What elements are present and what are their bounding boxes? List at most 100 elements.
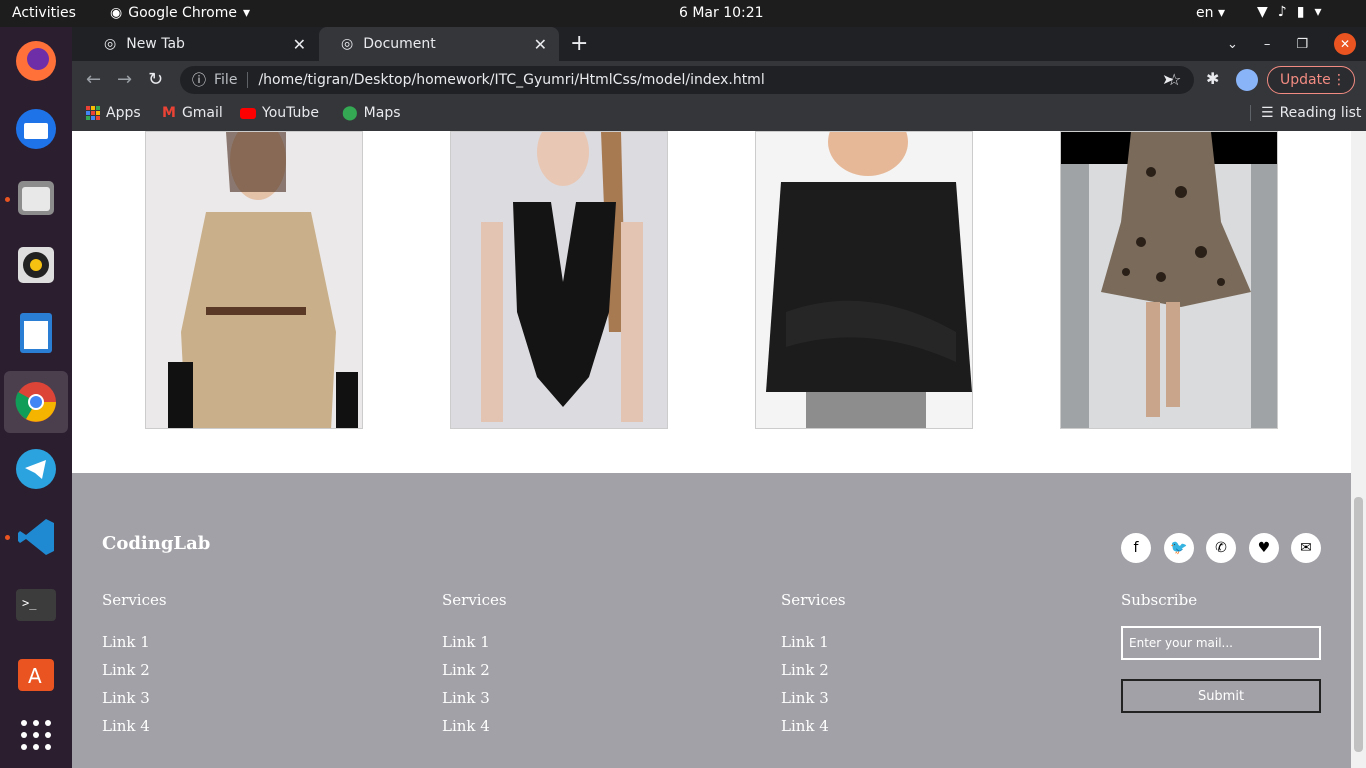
svg-text:>_: >_ [22,596,37,610]
new-tab-button[interactable]: + [570,31,588,56]
app-name: Google Chrome [128,5,237,21]
activities-button[interactable]: Activities [12,5,76,21]
reload-button[interactable]: ↻ [148,69,163,90]
footer-link[interactable]: Link 3 [781,689,846,717]
footer-link[interactable]: Link 1 [102,633,167,661]
chrome-icon[interactable] [4,371,68,433]
app-menu[interactable]: ◉ Google Chrome ▾ [110,5,250,21]
kebab-menu-icon: ⋮ [1332,72,1346,88]
globe-icon: ◎ [104,36,117,52]
heart-icon[interactable]: ♥ [1249,533,1279,563]
bookmark-youtube[interactable]: YouTube [240,105,319,121]
tab-document[interactable]: ◎ Document ✕ [319,27,559,61]
column-heading: Services [102,591,167,609]
footer-link[interactable]: Link 4 [781,717,846,745]
files-icon[interactable] [12,173,60,221]
footer-link[interactable]: Link 4 [102,717,167,745]
footer-link[interactable]: Link 2 [442,661,507,689]
wifi-icon: ▼ [1257,4,1268,20]
extensions-icon[interactable]: ✱ [1206,69,1219,88]
vscode-icon[interactable] [12,513,60,561]
info-icon[interactable]: ⓘ [192,70,206,90]
close-window-button[interactable]: ✕ [1334,33,1356,55]
chevron-down-icon: ▾ [1314,4,1322,20]
software-icon[interactable]: A [12,649,60,697]
forward-button[interactable]: → [117,69,132,90]
footer-link[interactable]: Link 1 [781,633,846,661]
mail-icon[interactable]: ✉ [1291,533,1321,563]
model-photo-leopard-dress [1060,131,1278,429]
dock: >_ A [0,27,72,768]
profile-avatar[interactable] [1236,69,1258,91]
reading-list-label: Reading list [1279,105,1362,121]
clock[interactable]: 6 Mar 10:21 [679,5,764,21]
scheme-label: File [214,72,249,88]
maps-pin-icon: ⬤ [342,105,358,121]
footer-column: Services Link 1 Link 2 Link 3 Link 4 [102,591,167,745]
battery-icon: ▮ [1296,4,1305,20]
reading-list-icon: ☰ [1261,105,1274,121]
update-label: Update [1280,72,1331,88]
footer-link[interactable]: Link 1 [442,633,507,661]
facebook-icon[interactable]: f [1121,533,1151,563]
gnome-top-bar: Activities ◉ Google Chrome ▾ 6 Mar 10:21… [0,0,1366,27]
column-heading: Services [442,591,507,609]
submit-button[interactable]: Submit [1121,679,1321,713]
firefox-icon[interactable] [12,37,60,85]
volume-icon: ♪ [1277,4,1287,20]
bookmark-label: Gmail [181,105,223,121]
browser-toolbar: ← → ↻ ⓘ File /home/tigran/Desktop/homewo… [72,61,1366,99]
chrome-window: ◎ New Tab ✕ ◎ Document ✕ + ⌄ – ❐ ✕ ← → ↻… [72,27,1366,768]
page-content: CodingLab Services Link 1 Link 2 Link 3 … [72,131,1351,768]
chrome-small-icon: ◉ [110,5,123,21]
bookmark-apps[interactable]: Apps [86,105,141,121]
bookmark-label: Maps [363,105,401,121]
address-bar[interactable]: ⓘ File /home/tigran/Desktop/homework/ITC… [180,66,1194,94]
terminal-icon[interactable]: >_ [12,581,60,629]
thunderbird-icon[interactable] [12,105,60,153]
scrollbar-thumb[interactable] [1354,497,1363,752]
footer-link[interactable]: Link 2 [781,661,846,689]
reading-list-button[interactable]: ☰ Reading list [1250,105,1361,121]
update-button[interactable]: Update ⋮ [1267,66,1355,94]
language-label: en [1196,5,1214,21]
footer-column: Services Link 1 Link 2 Link 3 Link 4 [781,591,846,745]
footer-link[interactable]: Link 4 [442,717,507,745]
window-controls: ⌄ – ❐ ✕ [1227,33,1356,55]
twitter-icon[interactable]: 🐦 [1164,533,1194,563]
site-footer: CodingLab Services Link 1 Link 2 Link 3 … [72,473,1351,768]
tab-search-icon[interactable]: ⌄ [1227,37,1238,52]
footer-link[interactable]: Link 3 [102,689,167,717]
globe-icon: ◎ [341,36,354,52]
writer-icon[interactable] [12,309,60,357]
footer-link[interactable]: Link 2 [102,661,167,689]
svg-text:A: A [28,664,42,688]
telegram-icon[interactable] [12,445,60,493]
url-text: /home/tigran/Desktop/homework/ITC_Gyumri… [258,72,765,88]
bookmark-star-icon[interactable]: ☆ [1167,70,1181,89]
youtube-icon [240,107,256,119]
footer-column: Services Link 1 Link 2 Link 3 Link 4 [442,591,507,745]
email-input[interactable] [1121,626,1321,660]
apps-grid-icon [86,106,100,120]
rhythmbox-icon[interactable] [12,241,60,289]
model-photo-black-sweater-man [755,131,973,429]
footer-link[interactable]: Link 3 [442,689,507,717]
tab-title: New Tab [126,36,185,52]
phone-icon[interactable]: ✆ [1206,533,1236,563]
back-button[interactable]: ← [86,69,101,90]
bookmarks-bar: Apps M Gmail YouTube ⬤ Maps ☰ Reading li… [72,99,1366,131]
system-tray[interactable]: ▼ ♪ ▮ ▾ [1257,4,1321,20]
minimize-button[interactable]: – [1264,37,1271,52]
column-heading: Services [781,591,846,609]
maximize-button[interactable]: ❐ [1296,37,1308,52]
language-indicator[interactable]: en ▾ [1196,5,1225,21]
chevron-down-icon: ▾ [242,5,250,21]
close-icon[interactable]: ✕ [293,35,306,54]
tab-title: Document [363,36,436,52]
bookmark-gmail[interactable]: M Gmail [162,105,223,121]
close-icon[interactable]: ✕ [534,35,547,54]
show-apps-icon[interactable] [12,711,60,759]
bookmark-maps[interactable]: ⬤ Maps [342,105,401,121]
tab-new-tab[interactable]: ◎ New Tab ✕ [82,27,318,61]
